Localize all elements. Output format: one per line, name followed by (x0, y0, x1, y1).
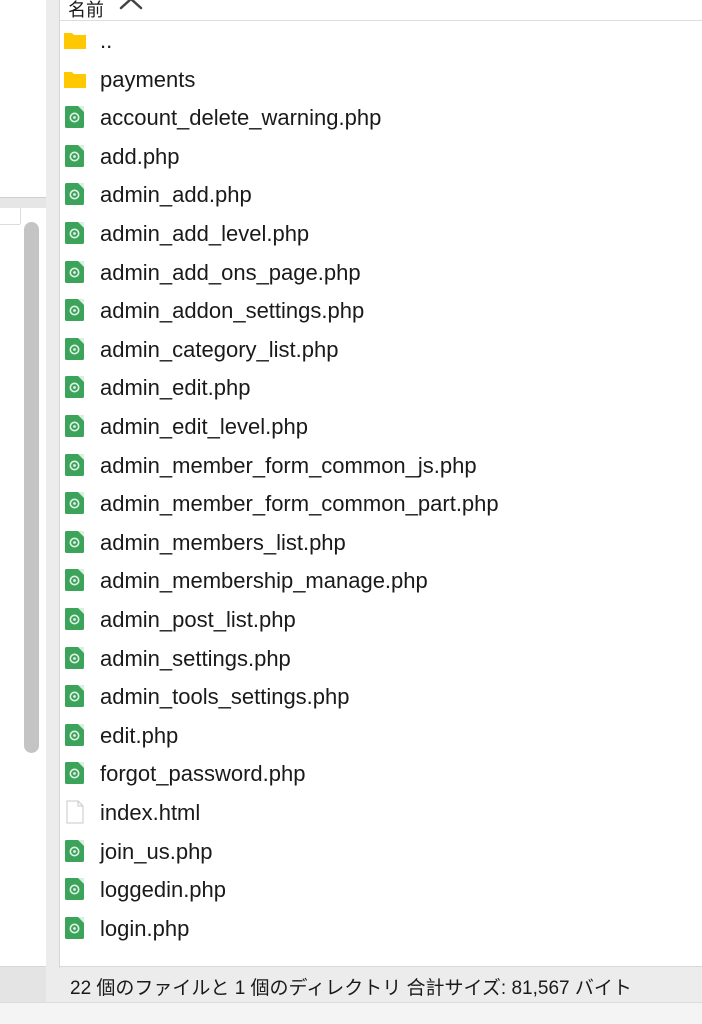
php-file-icon (65, 144, 84, 167)
file-row[interactable]: admin_addon_settings.php (60, 292, 702, 331)
file-name: admin_add.php (100, 182, 252, 208)
file-row[interactable]: admin_settings.php (60, 640, 702, 679)
local-status-bar (0, 966, 46, 1002)
file-row[interactable]: index.html (60, 794, 702, 833)
file-row[interactable]: admin_members_list.php (60, 524, 702, 563)
file-name: .. (100, 28, 113, 53)
local-file-list[interactable] (0, 208, 46, 966)
file-row[interactable]: join_us.php (60, 833, 702, 872)
file-name: loggedin.php (100, 877, 227, 903)
folder-icon (64, 71, 86, 88)
file-row[interactable]: admin_tools_settings.php (60, 678, 702, 717)
php-file-icon (65, 415, 84, 437)
blank-file-icon (66, 800, 84, 824)
php-file-icon (65, 222, 84, 244)
remote-status-bar: 22 個のファイルと 1 個のディレクトリ 合計サイズ: 81,567 バイト (60, 966, 702, 1002)
php-file-icon (65, 183, 84, 206)
php-file-icon (65, 337, 84, 360)
file-name: admin_member_form_common_js.php (100, 452, 477, 478)
remote-file-panel: 名前 .. payments account_delete_warning.phpa… (60, 0, 702, 966)
file-name: payments (100, 66, 196, 92)
file-row[interactable]: forgot_password.php (60, 755, 702, 794)
name-column-header[interactable]: 名前 (60, 0, 702, 21)
file-name: edit.php (100, 722, 179, 748)
file-row[interactable]: admin_category_list.php (60, 331, 702, 370)
php-file-icon (65, 878, 84, 901)
file-name: admin_add_level.php (100, 221, 310, 246)
file-row[interactable]: admin_post_list.php (60, 601, 702, 640)
php-file-icon (65, 685, 84, 708)
php-file-icon (65, 376, 84, 399)
file-row[interactable]: login.php (60, 910, 702, 949)
file-name: admin_member_form_common_part.php (100, 491, 499, 517)
local-panel-splitter[interactable] (0, 198, 46, 208)
file-row[interactable]: edit.php (60, 717, 702, 756)
sort-ascending-icon (119, 0, 143, 10)
file-row[interactable]: admin_add.php (60, 176, 702, 215)
file-name: forgot_password.php (100, 761, 306, 787)
folder-row[interactable]: .. (60, 22, 702, 61)
local-list-scrollbar[interactable] (24, 222, 39, 753)
file-name: admin_members_list.php (100, 529, 346, 555)
file-name: account_delete_warning.php (100, 105, 382, 131)
php-file-icon (65, 723, 84, 746)
php-file-icon (65, 106, 84, 129)
php-file-icon (65, 453, 84, 476)
file-name: admin_edit.php (100, 375, 251, 401)
file-row[interactable]: admin_edit.php (60, 369, 702, 408)
local-column-separator (20, 208, 21, 224)
file-row[interactable]: add.php (60, 138, 702, 177)
php-file-icon (65, 530, 84, 553)
local-panel-top (0, 0, 46, 197)
file-row[interactable]: admin_add_level.php (60, 215, 702, 254)
file-name: login.php (100, 915, 190, 941)
panel-splitter[interactable] (46, 0, 60, 968)
bottom-bar (0, 1002, 702, 1024)
file-name: join_us.php (100, 838, 213, 864)
php-file-icon (65, 569, 84, 592)
folder-row[interactable]: payments (60, 61, 702, 100)
file-name: admin_membership_manage.php (100, 568, 428, 594)
file-row[interactable]: admin_add_ons_page.php (60, 254, 702, 293)
folder-icon (64, 33, 86, 49)
php-file-icon (65, 299, 84, 322)
file-row[interactable]: admin_member_form_common_js.php (60, 447, 702, 486)
file-row[interactable]: admin_member_form_common_part.php (60, 485, 702, 524)
php-file-icon (65, 916, 84, 939)
php-file-icon (65, 839, 84, 862)
name-column-label: 名前 (68, 0, 104, 20)
local-column-header-line (0, 224, 20, 225)
file-name: admin_add_ons_page.php (100, 259, 361, 285)
file-name: admin_tools_settings.php (100, 684, 350, 710)
php-file-icon (65, 646, 84, 669)
file-name: admin_post_list.php (100, 607, 296, 632)
file-name: add.php (100, 143, 180, 169)
file-row[interactable]: admin_membership_manage.php (60, 562, 702, 601)
file-name: admin_edit_level.php (100, 414, 308, 439)
file-row[interactable]: account_delete_warning.php (60, 99, 702, 138)
file-name: index.html (100, 800, 201, 825)
file-row[interactable]: loggedin.php (60, 871, 702, 910)
file-row[interactable]: admin_edit_level.php (60, 408, 702, 447)
file-name: admin_category_list.php (100, 336, 339, 362)
php-file-icon (65, 492, 84, 515)
php-file-icon (65, 762, 84, 785)
file-name: admin_addon_settings.php (100, 298, 365, 324)
php-file-icon (65, 260, 84, 283)
file-name: admin_settings.php (100, 645, 291, 671)
php-file-icon (65, 608, 84, 630)
status-summary: 22 個のファイルと 1 個のディレクトリ 合計サイズ: 81,567 バイト (70, 978, 632, 999)
